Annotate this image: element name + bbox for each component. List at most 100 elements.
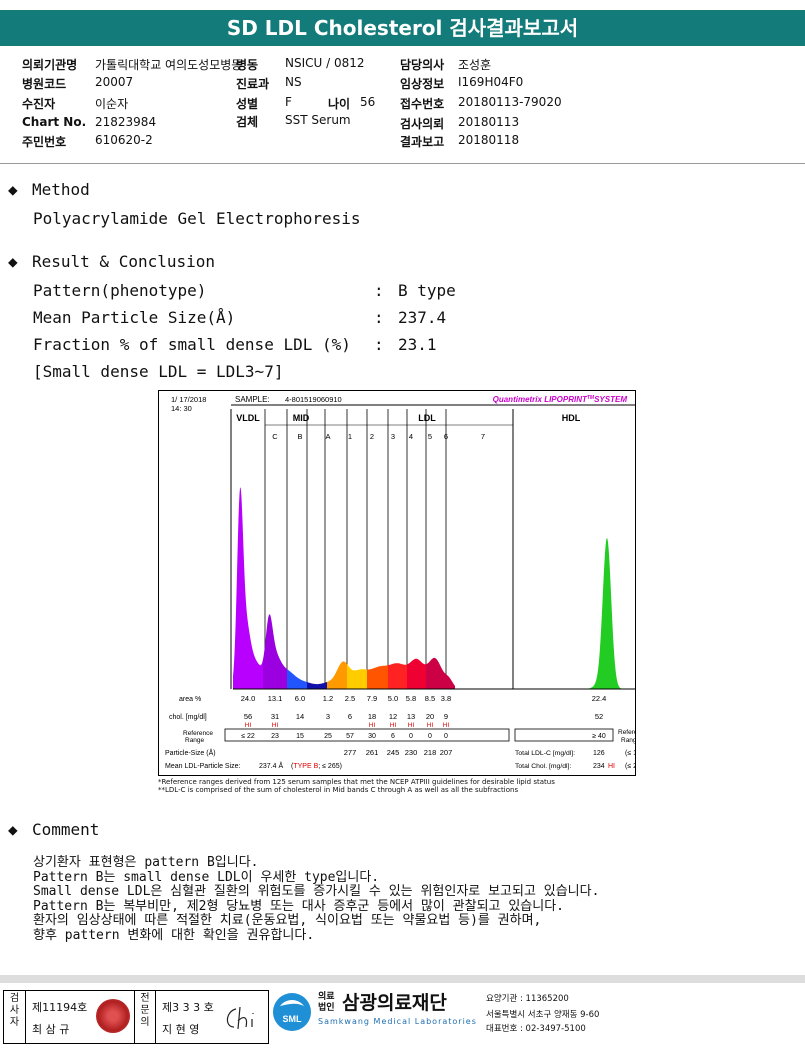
- org-name: 삼광의료재단: [342, 992, 447, 1014]
- chol-value: 18: [368, 712, 376, 721]
- report-title: SD LDL Cholesterol 검사결과보고서: [0, 10, 805, 46]
- chol-value: 31: [271, 712, 279, 721]
- org-code: 요양기관 : 11365200: [486, 994, 569, 1004]
- ref-value: 25: [324, 733, 332, 740]
- label-resident-no: 주민번호: [22, 135, 67, 149]
- brand-label: Quantimetrix LIPOPRINTTMSYSTEM: [493, 395, 628, 404]
- result-fraction-label: Fraction % of small dense LDL (%): [33, 335, 351, 354]
- fraction-area: [347, 664, 367, 689]
- fraction-area: [233, 487, 263, 689]
- band-label: 5: [428, 432, 432, 441]
- band-label: 7: [481, 432, 485, 441]
- mean-label: Mean LDL-Particle Size:: [165, 763, 241, 770]
- chol-value: 13: [407, 712, 415, 721]
- label-department: 진료과: [236, 77, 270, 91]
- comment-line: 향후 pattern 변화에 대한 확인을 권유합니다.: [33, 927, 315, 943]
- hdl-peak-area: [589, 537, 625, 689]
- group-vldl: VLDL: [236, 413, 260, 423]
- footnote-2: **LDL-C is comprised of the sum of chole…: [158, 786, 519, 794]
- value-age: 56: [360, 95, 376, 109]
- chol-value: 3: [326, 712, 330, 721]
- mean-value: 237.4 Å: [259, 761, 283, 770]
- ref-value: 0: [409, 733, 413, 740]
- ref-value: 0: [428, 733, 432, 740]
- chol-value: 14: [296, 712, 304, 721]
- ref-value: 0: [444, 733, 448, 740]
- band-label: 3: [391, 432, 395, 441]
- result-size-value: 237.4: [398, 308, 447, 327]
- ref-value: 6: [391, 733, 395, 740]
- ref-value: ≤ 22: [241, 733, 255, 740]
- area-value: 1.2: [323, 694, 333, 703]
- result-pattern-label: Pattern(phenotype): [33, 281, 207, 300]
- area-value: 6.0: [295, 694, 305, 703]
- ref-label-2: Range: [185, 737, 205, 744]
- comment-heading-text: Comment: [32, 820, 100, 839]
- ref-label-1: Reference: [183, 730, 213, 737]
- method-heading-text: Method: [32, 180, 90, 199]
- lipoprint-svg: 1/ 17/201814: 30 SAMPLE: 4-801519060910 Qua…: [165, 395, 635, 770]
- value-requester: 가톨릭대학교 여의도성모병동: [95, 58, 243, 72]
- method-text: Polyacrylamide Gel Electrophoresis: [33, 209, 361, 228]
- chol-value: 12: [389, 712, 397, 721]
- value-resident-no: 610620-2: [95, 133, 153, 147]
- value-doctor: 조성훈: [458, 58, 492, 72]
- fraction-area: [287, 669, 307, 689]
- band-label: 6: [444, 432, 448, 441]
- area-value: 22.4: [592, 694, 607, 703]
- area-value: 3.8: [441, 694, 451, 703]
- label-patient: 수진자: [22, 97, 56, 111]
- value-chart-no: 21823984: [95, 115, 157, 129]
- comment-line: Pattern B는 복부비만, 제2형 당뇨병 또는 대사 증후군 등에서 많…: [33, 898, 564, 914]
- footnote-1: *Reference ranges derived from 125 serum…: [158, 778, 555, 786]
- chart-time: 14: 30: [171, 404, 192, 413]
- diamond-bullet-icon: ◆: [8, 252, 18, 271]
- tester-vertical-text: 검사자: [9, 993, 20, 1028]
- diamond-bullet-icon: ◆: [8, 180, 18, 199]
- chol-flag: HI: [245, 722, 252, 729]
- chol-value: 9: [444, 712, 448, 721]
- band-label: B: [297, 432, 302, 441]
- area-row-label: area %: [179, 696, 201, 703]
- comment-line: Small dense LDL은 심혈관 질환의 위험도를 증가시킬 수 있는 …: [33, 884, 600, 899]
- ref-value: 30: [368, 733, 376, 740]
- area-value: 7.9: [367, 694, 377, 703]
- header-divider: [0, 163, 805, 164]
- band-label: 2: [370, 432, 374, 441]
- label-report-date: 결과보고: [400, 135, 445, 149]
- value-clinical-info: I169H04F0: [458, 75, 524, 89]
- fraction-area: [263, 614, 287, 689]
- group-mid: MID: [293, 413, 310, 423]
- comment-body: 상기환자 표현형은 pattern B입니다. Pattern B는 small…: [33, 855, 600, 943]
- lab-organization: SML 의료 법인 삼광의료재단 Samkwang Medical Labora…: [272, 990, 692, 1044]
- label-specimen: 검체: [236, 115, 259, 129]
- ref-value: 57: [346, 733, 354, 740]
- total-ldl-value: 126: [593, 750, 605, 757]
- tester-license: 제11194호: [32, 1001, 88, 1014]
- label-receipt-no: 접수번호: [400, 97, 445, 111]
- specialist-license: 제3 3 3 호: [162, 1001, 214, 1014]
- label-ward: 병동: [236, 58, 259, 72]
- tester-vertical-label: 검사자: [4, 991, 26, 1043]
- org-name-en: Samkwang Medical Laboratories: [318, 1017, 477, 1026]
- area-value: 13.1: [268, 694, 283, 703]
- area-value: 2.5: [345, 694, 355, 703]
- ref-right-2: Range: [621, 737, 635, 744]
- signature-box: 검사자 제11194호 최 삼 규 전문의 제3 3 3 호 지 현 영: [3, 990, 269, 1044]
- result-heading-text: Result & Conclusion: [32, 252, 216, 271]
- band-label: 4: [409, 432, 413, 441]
- value-report-date: 20180118: [458, 133, 520, 147]
- area-value: 5.0: [388, 694, 398, 703]
- org-address: 서울특별시 서초구 양재동 9-60: [486, 1010, 600, 1020]
- total-chol-flag: HI: [608, 763, 615, 770]
- label-request-date: 검사의뢰: [400, 117, 445, 131]
- label-age: 나이: [328, 97, 351, 111]
- result-pattern-sep: :: [374, 281, 384, 300]
- result-pattern-value: B type: [398, 281, 456, 300]
- chol-flag: HI: [369, 722, 376, 729]
- mean-type-line: (TYPE B; ≤ 265): [291, 763, 342, 770]
- value-specimen: SST Serum: [285, 113, 351, 127]
- org-phone: 대표번호 : 02-3497-5100: [486, 1024, 586, 1034]
- specialist-vertical-label: 전문의: [134, 991, 156, 1043]
- chol-flag: HI: [390, 722, 397, 729]
